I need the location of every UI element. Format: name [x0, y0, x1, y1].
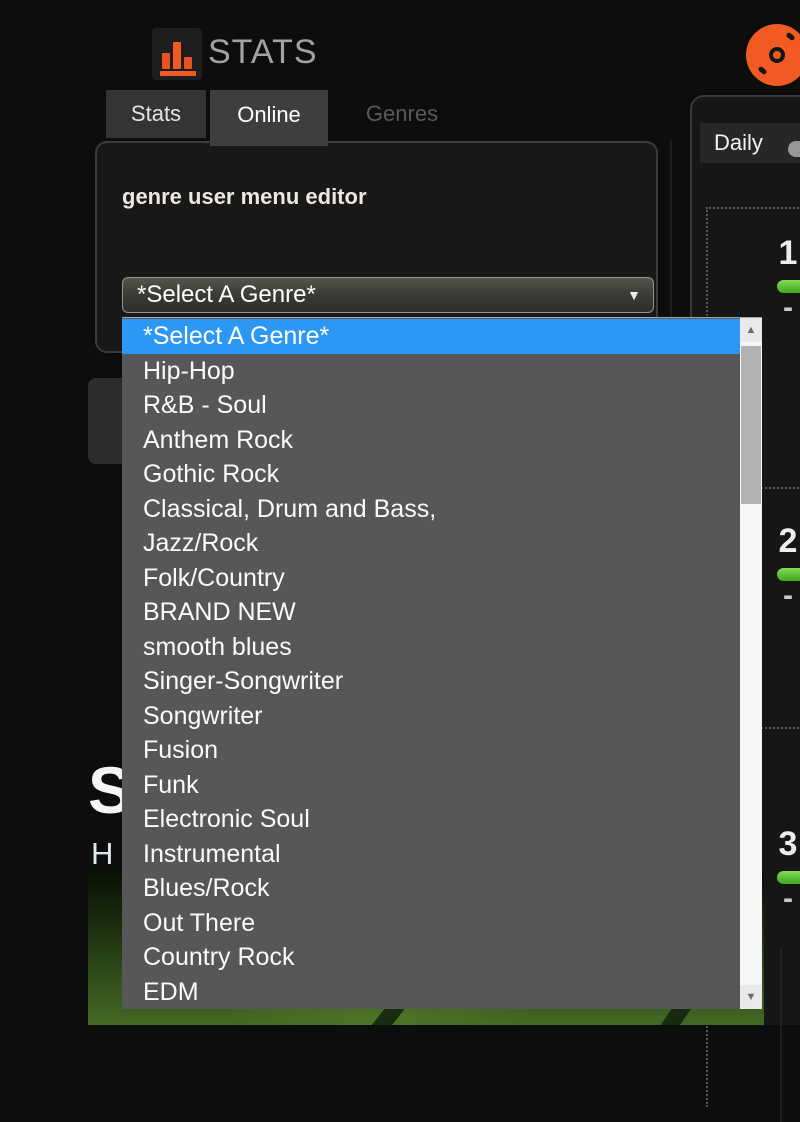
- dropdown-option[interactable]: Funk: [122, 768, 740, 803]
- dropdown-option[interactable]: Hip-Hop: [122, 354, 740, 389]
- genre-dropdown-list: *Select A Genre* Hip-Hop R&B - Soul Anth…: [122, 317, 762, 1009]
- dropdown-option[interactable]: Folk/Country: [122, 561, 740, 596]
- dropdown-option[interactable]: Fusion: [122, 733, 740, 768]
- genre-select-value: *Select A Genre*: [137, 278, 316, 312]
- tab-online[interactable]: Online: [210, 90, 328, 146]
- scroll-down-icon[interactable]: ▼: [740, 985, 762, 1009]
- bar-chart-icon: [160, 34, 198, 76]
- period-tab-bar: Daily: [700, 123, 800, 163]
- tab-stats[interactable]: Stats: [106, 90, 206, 138]
- hidden-button-fragment: [88, 378, 124, 464]
- dropdown-scrollbar[interactable]: ▲ ▼: [740, 318, 762, 1009]
- panel-gridline: [780, 947, 782, 1122]
- dropdown-option-selected[interactable]: *Select A Genre*: [122, 319, 740, 354]
- rank-number: 1: [760, 234, 800, 272]
- scrollbar-thumb[interactable]: [741, 346, 761, 504]
- genre-select[interactable]: *Select A Genre* ▼: [122, 277, 654, 313]
- dropdown-option[interactable]: smooth blues: [122, 630, 740, 665]
- dropdown-option[interactable]: Blues/Rock: [122, 871, 740, 906]
- dropdown-option[interactable]: Instrumental: [122, 837, 740, 872]
- dropdown-option[interactable]: R&B - Soul: [122, 388, 740, 423]
- dropdown-option[interactable]: Anthem Rock: [122, 423, 740, 458]
- rank-number: 2: [760, 522, 800, 560]
- dropdown-option[interactable]: Out There: [122, 906, 740, 941]
- page-title: STATS: [208, 33, 318, 72]
- hero-subtitle-partial: H: [91, 836, 113, 872]
- rank-dash: -: [760, 886, 800, 912]
- tab-genres[interactable]: Genres: [343, 90, 461, 138]
- rank-item: 1 -: [760, 234, 800, 321]
- disc-icon[interactable]: [746, 24, 800, 86]
- chevron-down-icon: ▼: [627, 278, 641, 312]
- scroll-up-icon[interactable]: ▲: [740, 318, 762, 342]
- dropdown-option[interactable]: Songwriter: [122, 699, 740, 734]
- dropdown-option[interactable]: Classical, Drum and Bass,: [122, 492, 740, 527]
- dropdown-option[interactable]: BRAND NEW: [122, 595, 740, 630]
- dropdown-option[interactable]: Country Rock: [122, 940, 740, 975]
- rank-number: 3: [760, 825, 800, 863]
- rank-dash: -: [760, 295, 800, 321]
- dropdown-option[interactable]: Electronic Soul: [122, 802, 740, 837]
- rank-item: 3 -: [760, 825, 800, 912]
- period-toggle-fragment[interactable]: [788, 141, 800, 157]
- dropdown-option[interactable]: Gothic Rock: [122, 457, 740, 492]
- dropdown-option[interactable]: Jazz/Rock: [122, 526, 740, 561]
- dropdown-option[interactable]: Singer-Songwriter: [122, 664, 740, 699]
- editor-heading: genre user menu editor: [122, 184, 367, 210]
- rank-dash: -: [760, 583, 800, 609]
- tab-daily[interactable]: Daily: [714, 123, 763, 163]
- dropdown-option[interactable]: EDM: [122, 975, 740, 1010]
- rank-item: 2 -: [760, 522, 800, 609]
